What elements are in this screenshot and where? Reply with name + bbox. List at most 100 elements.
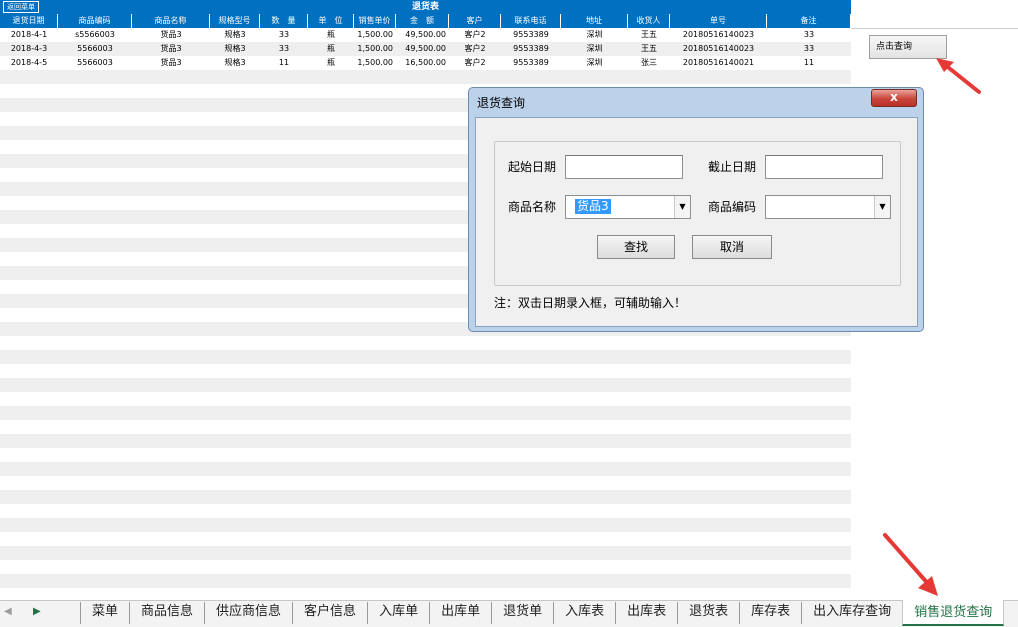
- column-header[interactable]: 商品编码: [58, 14, 132, 28]
- product-name-combo[interactable]: 货品3 ▼: [565, 195, 691, 219]
- end-date-input[interactable]: [765, 155, 883, 179]
- column-header[interactable]: 单 位: [308, 14, 354, 28]
- sheet-tab[interactable]: 供应商信息: [204, 602, 292, 624]
- table-cell[interactable]: 49,500.00: [396, 28, 449, 42]
- empty-row: [0, 574, 851, 588]
- table-cell[interactable]: 瓶: [308, 56, 354, 70]
- sheet-title-text: 退货表: [411, 2, 439, 12]
- table-cell[interactable]: 33: [260, 28, 308, 42]
- table-cell[interactable]: 33: [767, 28, 851, 42]
- table-cell[interactable]: 49,500.00: [396, 42, 449, 56]
- sheet-tab[interactable]: 退货单: [491, 602, 553, 624]
- table-cell[interactable]: 2018-4-5: [0, 56, 58, 70]
- start-date-input[interactable]: [565, 155, 683, 179]
- table-cell[interactable]: 9553389: [501, 56, 561, 70]
- column-header[interactable]: 单号: [670, 14, 767, 28]
- table-cell[interactable]: 33: [767, 42, 851, 56]
- table-cell[interactable]: 1,500.00: [354, 28, 396, 42]
- sheet-tab[interactable]: 库存表: [739, 602, 801, 624]
- sheet-tab[interactable]: 入库表: [553, 602, 615, 624]
- column-header[interactable]: 销售单价: [354, 14, 396, 28]
- table-cell[interactable]: 9553389: [501, 42, 561, 56]
- table-cell[interactable]: 规格3: [210, 42, 260, 56]
- table-cell[interactable]: s5566003: [58, 28, 132, 42]
- table-cell[interactable]: 1,500.00: [354, 42, 396, 56]
- column-header[interactable]: 商品名称: [132, 14, 210, 28]
- table-cell[interactable]: 深圳: [561, 42, 628, 56]
- sheet-tab[interactable]: 商品信息: [129, 602, 204, 624]
- product-code-label: 商品编码: [708, 200, 757, 214]
- column-header[interactable]: 地址: [561, 14, 628, 28]
- table-cell[interactable]: 客户2: [449, 42, 501, 56]
- table-cell[interactable]: 客户2: [449, 56, 501, 70]
- empty-row: [0, 378, 851, 392]
- empty-row: [0, 490, 851, 504]
- cancel-button[interactable]: 取消: [692, 235, 772, 259]
- column-header[interactable]: 规格型号: [210, 14, 260, 28]
- close-icon[interactable]: x: [871, 89, 917, 107]
- column-header[interactable]: 备注: [767, 14, 851, 28]
- tab-scroll-left-icon[interactable]: ◀: [4, 606, 12, 617]
- table-cell[interactable]: 16,500.00: [396, 56, 449, 70]
- return-menu-button[interactable]: 返回菜单: [3, 1, 39, 13]
- table-cell[interactable]: 张三: [628, 56, 670, 70]
- empty-row: [0, 336, 851, 350]
- table-cell[interactable]: 货品3: [132, 42, 210, 56]
- table-row[interactable]: 2018-4-3 5566003 货品3 规格3 33 瓶 1,500.00 4…: [0, 42, 851, 56]
- table-cell[interactable]: 货品3: [132, 28, 210, 42]
- excel-window: 退货表 返回菜单 退货日期 商品编码 商品名称 规格型号 数 量 单 位 销售单…: [0, 0, 1018, 627]
- table-cell[interactable]: 20180516140023: [670, 42, 767, 56]
- table-cell[interactable]: 5566003: [58, 56, 132, 70]
- table-cell[interactable]: 规格3: [210, 28, 260, 42]
- table-cell[interactable]: 瓶: [308, 42, 354, 56]
- sheet-tab[interactable]: 客户信息: [292, 602, 367, 624]
- product-code-combo[interactable]: ▼: [765, 195, 891, 219]
- column-header[interactable]: 联系电话: [501, 14, 561, 28]
- table-cell[interactable]: 5566003: [58, 42, 132, 56]
- table-cell[interactable]: 货品3: [132, 56, 210, 70]
- table-cell[interactable]: 1,500.00: [354, 56, 396, 70]
- table-cell[interactable]: 11: [767, 56, 851, 70]
- empty-row: [0, 532, 851, 546]
- empty-row: [0, 448, 851, 462]
- table-cell[interactable]: 深圳: [561, 56, 628, 70]
- dialog-note: 注：双击日期录入框，可辅助输入！: [494, 296, 687, 310]
- table-cell[interactable]: 客户2: [449, 28, 501, 42]
- chevron-down-icon[interactable]: ▼: [674, 196, 690, 218]
- table-row[interactable]: 2018-4-1 s5566003 货品3 规格3 33 瓶 1,500.00 …: [0, 28, 851, 42]
- column-header[interactable]: 退货日期: [0, 14, 58, 28]
- sheet-tab-bar: ◀ ▶ 菜单 商品信息 供应商信息 客户信息 入库单 出库单 退货单 入库表 出…: [0, 600, 1018, 627]
- table-row[interactable]: 2018-4-5 5566003 货品3 规格3 11 瓶 1,500.00 1…: [0, 56, 851, 70]
- sheet-tab[interactable]: 菜单: [80, 602, 129, 624]
- sheet-tab[interactable]: 入库单: [367, 602, 429, 624]
- column-header[interactable]: 客户: [449, 14, 501, 28]
- table-cell[interactable]: 规格3: [210, 56, 260, 70]
- table-cell[interactable]: 王五: [628, 42, 670, 56]
- sheet-tab[interactable]: 出入库存查询: [801, 602, 902, 624]
- empty-row: [0, 350, 851, 364]
- filter-group: 起始日期 截止日期 商品名称 货品3 ▼ 商品编码 ▼ 查找 取消: [494, 141, 901, 286]
- table-cell[interactable]: 11: [260, 56, 308, 70]
- table-cell[interactable]: 9553389: [501, 28, 561, 42]
- end-date-label: 截止日期: [708, 160, 757, 174]
- sheet-tab[interactable]: 出库表: [615, 602, 677, 624]
- column-header[interactable]: 收货人: [628, 14, 670, 28]
- table-cell[interactable]: 2018-4-1: [0, 28, 58, 42]
- table-cell[interactable]: 20180516140023: [670, 28, 767, 42]
- table-cell[interactable]: 深圳: [561, 28, 628, 42]
- table-body: 2018-4-1 s5566003 货品3 规格3 33 瓶 1,500.00 …: [0, 28, 851, 70]
- chevron-down-icon[interactable]: ▼: [874, 196, 890, 218]
- find-button[interactable]: 查找: [597, 235, 675, 259]
- table-cell[interactable]: 20180516140021: [670, 56, 767, 70]
- empty-row: [0, 518, 851, 532]
- table-cell[interactable]: 王五: [628, 28, 670, 42]
- table-cell[interactable]: 33: [260, 42, 308, 56]
- column-header[interactable]: 金 额: [396, 14, 449, 28]
- tab-scroll-right-icon[interactable]: ▶: [33, 606, 41, 617]
- table-cell[interactable]: 瓶: [308, 28, 354, 42]
- sheet-tab[interactable]: 出库单: [429, 602, 491, 624]
- table-cell[interactable]: 2018-4-3: [0, 42, 58, 56]
- sheet-tab-active[interactable]: 销售退货查询: [902, 600, 1005, 626]
- sheet-tab[interactable]: 退货表: [677, 602, 739, 624]
- column-header[interactable]: 数 量: [260, 14, 308, 28]
